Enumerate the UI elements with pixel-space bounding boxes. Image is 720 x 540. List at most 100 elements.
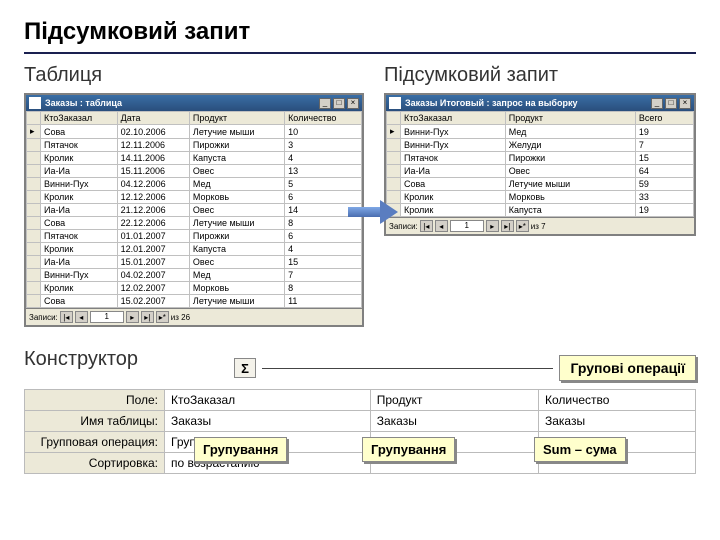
table-cell[interactable]: 11 (285, 295, 362, 308)
nav-next-icon[interactable]: ▸ (486, 220, 499, 232)
table-row[interactable]: КроликМорковь33 (387, 191, 694, 204)
table-cell[interactable]: Пятачок (401, 152, 506, 165)
table-cell[interactable]: Овес (189, 165, 284, 178)
table-cell[interactable]: 6 (285, 230, 362, 243)
table-row[interactable]: ▸Сова02.10.2006Летучие мыши10 (27, 125, 362, 139)
nav-first-icon[interactable]: |◂ (60, 311, 73, 323)
designer-cell[interactable]: Продукт (370, 390, 538, 411)
table-row[interactable]: Винни-Пух04.02.2007Мед7 (27, 269, 362, 282)
table-cell[interactable]: 12.01.2007 (117, 243, 189, 256)
table-cell[interactable]: 12.11.2006 (117, 139, 189, 152)
row-selector[interactable] (387, 139, 401, 152)
table-cell[interactable]: 01.01.2007 (117, 230, 189, 243)
table-row[interactable]: Винни-Пух04.12.2006Мед5 (27, 178, 362, 191)
table-cell[interactable]: Кролик (401, 204, 506, 217)
table-cell[interactable]: Сова (41, 295, 118, 308)
col-header[interactable]: Количество (285, 112, 362, 125)
row-selector[interactable] (27, 256, 41, 269)
table-cell[interactable]: Овес (505, 165, 635, 178)
table-cell[interactable]: Сова (41, 217, 118, 230)
table-cell[interactable]: 22.12.2006 (117, 217, 189, 230)
table-cell[interactable]: Капуста (505, 204, 635, 217)
table-cell[interactable]: Пятачок (41, 230, 118, 243)
nav-position[interactable]: 1 (450, 220, 484, 232)
row-selector[interactable] (27, 204, 41, 217)
table-cell[interactable]: 21.12.2006 (117, 204, 189, 217)
table-row[interactable]: Кролик12.12.2006Морковь6 (27, 191, 362, 204)
nav-new-icon[interactable]: ▸* (516, 220, 529, 232)
row-selector[interactable] (27, 152, 41, 165)
table-cell[interactable]: 12.12.2006 (117, 191, 189, 204)
table-cell[interactable]: Мед (189, 269, 284, 282)
table-cell[interactable]: Винни-Пух (401, 125, 506, 139)
table-cell[interactable]: Пирожки (189, 139, 284, 152)
table-cell[interactable]: 5 (285, 178, 362, 191)
table-row[interactable]: Иа-ИаОвес64 (387, 165, 694, 178)
table-cell[interactable]: Пирожки (189, 230, 284, 243)
nav-last-icon[interactable]: ▸| (141, 311, 154, 323)
table-cell[interactable]: 02.10.2006 (117, 125, 189, 139)
nav-position[interactable]: 1 (90, 311, 124, 323)
table-row[interactable]: Иа-Иа21.12.2006Овес14 (27, 204, 362, 217)
sigma-button[interactable]: Σ (234, 358, 256, 378)
table-row[interactable]: Винни-ПухЖелуди7 (387, 139, 694, 152)
minimize-icon[interactable]: _ (651, 98, 663, 109)
row-selector[interactable] (27, 295, 41, 308)
table-cell[interactable]: 04.02.2007 (117, 269, 189, 282)
table-cell[interactable]: Мед (505, 125, 635, 139)
table-cell[interactable]: Кролик (41, 243, 118, 256)
table-cell[interactable]: Иа-Иа (41, 204, 118, 217)
table-cell[interactable]: Кролик (41, 191, 118, 204)
table-cell[interactable]: 3 (285, 139, 362, 152)
nav-next-icon[interactable]: ▸ (126, 311, 139, 323)
table-cell[interactable]: Овес (189, 204, 284, 217)
nav-first-icon[interactable]: |◂ (420, 220, 433, 232)
table-cell[interactable]: Иа-Иа (41, 256, 118, 269)
table-cell[interactable]: 19 (635, 125, 693, 139)
table-cell[interactable]: Морковь (189, 282, 284, 295)
table-cell[interactable]: 7 (635, 139, 693, 152)
table-cell[interactable]: 33 (635, 191, 693, 204)
minimize-icon[interactable]: _ (319, 98, 331, 109)
table-cell[interactable]: Сова (401, 178, 506, 191)
nav-new-icon[interactable]: ▸* (156, 311, 169, 323)
table-cell[interactable]: 13 (285, 165, 362, 178)
maximize-icon[interactable]: □ (333, 98, 345, 109)
table-cell[interactable]: 04.12.2006 (117, 178, 189, 191)
table-cell[interactable]: Капуста (189, 243, 284, 256)
table-row[interactable]: Сова22.12.2006Летучие мыши8 (27, 217, 362, 230)
row-selector[interactable] (27, 230, 41, 243)
table-cell[interactable]: Винни-Пух (401, 139, 506, 152)
col-header[interactable]: Продукт (505, 112, 635, 125)
row-selector[interactable] (387, 152, 401, 165)
table-cell[interactable]: Капуста (189, 152, 284, 165)
designer-cell[interactable]: Заказы (370, 411, 538, 432)
table-cell[interactable]: 64 (635, 165, 693, 178)
table-cell[interactable]: Летучие мыши (505, 178, 635, 191)
table-cell[interactable]: Кролик (41, 152, 118, 165)
table-cell[interactable]: 15 (635, 152, 693, 165)
table-row[interactable]: ПятачокПирожки15 (387, 152, 694, 165)
row-selector[interactable] (27, 217, 41, 230)
designer-cell[interactable]: КтоЗаказал (165, 390, 371, 411)
col-header[interactable]: КтоЗаказал (41, 112, 118, 125)
row-selector[interactable] (27, 165, 41, 178)
row-selector[interactable] (27, 269, 41, 282)
table-row[interactable]: Иа-Иа15.01.2007Овес15 (27, 256, 362, 269)
nav-prev-icon[interactable]: ◂ (435, 220, 448, 232)
row-selector[interactable] (27, 282, 41, 295)
col-header[interactable]: Всего (635, 112, 693, 125)
table-cell[interactable]: 19 (635, 204, 693, 217)
table-cell[interactable]: 59 (635, 178, 693, 191)
table-cell[interactable]: 7 (285, 269, 362, 282)
row-selector[interactable] (27, 139, 41, 152)
table-cell[interactable]: 15.01.2007 (117, 256, 189, 269)
maximize-icon[interactable]: □ (665, 98, 677, 109)
row-selector[interactable] (27, 191, 41, 204)
table-row[interactable]: Пятачок01.01.2007Пирожки6 (27, 230, 362, 243)
designer-cell[interactable]: Заказы (538, 411, 695, 432)
col-header[interactable]: КтоЗаказал (401, 112, 506, 125)
table-cell[interactable]: Винни-Пух (41, 178, 118, 191)
table-cell[interactable]: Летучие мыши (189, 217, 284, 230)
table-row[interactable]: Пятачок12.11.2006Пирожки3 (27, 139, 362, 152)
